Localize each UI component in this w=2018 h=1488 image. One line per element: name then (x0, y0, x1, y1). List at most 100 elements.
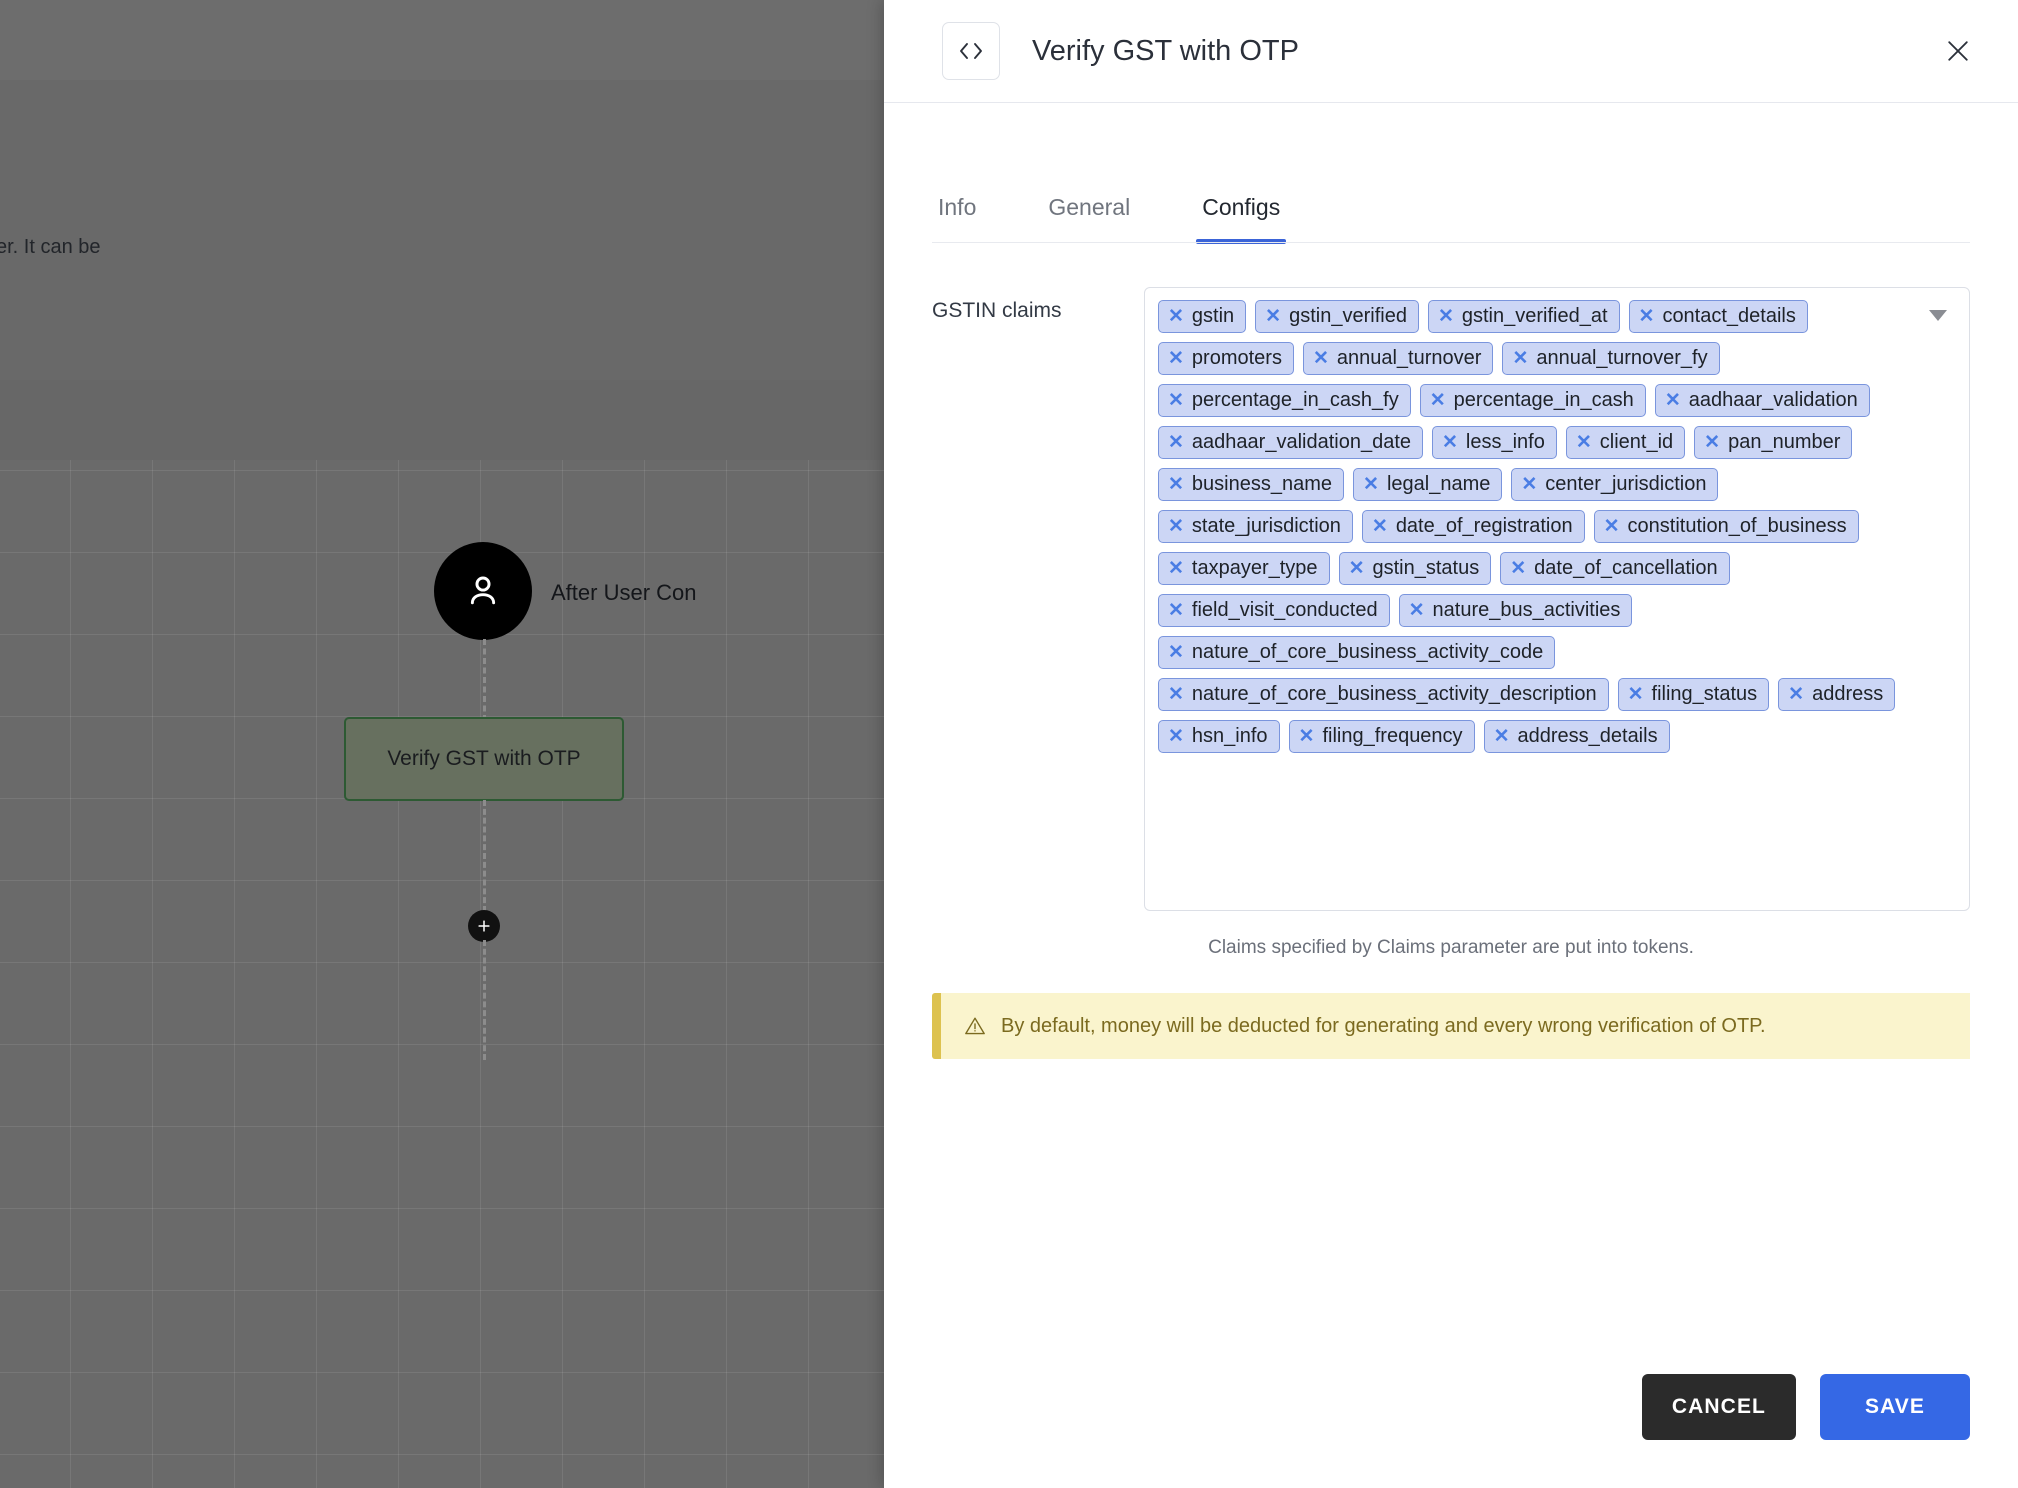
claim-chip-label: percentage_in_cash (1453, 389, 1634, 411)
remove-chip-icon[interactable]: ✕ (1168, 727, 1184, 746)
claim-chip-label: gstin_verified_at (1461, 305, 1608, 327)
claim-chip-label: nature_of_core_business_activity_code (1191, 641, 1544, 663)
remove-chip-icon[interactable]: ✕ (1168, 391, 1184, 410)
remove-chip-icon[interactable]: ✕ (1168, 349, 1184, 368)
remove-chip-icon[interactable]: ✕ (1168, 307, 1184, 326)
flow-step-node-label: Verify GST with OTP (387, 747, 581, 770)
claim-chip-label: filing_status (1651, 683, 1758, 705)
flow-edge (483, 800, 486, 912)
canvas-band-top (0, 0, 890, 80)
claim-chip[interactable]: ✕ contact_details (1628, 300, 1808, 333)
save-button[interactable]: SAVE (1820, 1374, 1970, 1440)
claim-chip[interactable]: ✕ percentage_in_cash (1419, 384, 1646, 417)
page-title: Verify GST with OTP (1032, 34, 1299, 67)
remove-chip-icon[interactable]: ✕ (1168, 559, 1184, 578)
warning-triangle-icon (963, 1014, 987, 1038)
claim-chip[interactable]: ✕ hsn_info (1158, 720, 1280, 753)
claim-chip-label: hsn_info (1191, 725, 1268, 747)
remove-chip-icon[interactable]: ✕ (1788, 685, 1804, 704)
claim-chip[interactable]: ✕ gstin_status (1338, 552, 1492, 585)
claim-chip[interactable]: ✕ aadhaar_validation_date (1158, 426, 1423, 459)
claim-chip-label: pan_number (1728, 431, 1841, 453)
remove-chip-icon[interactable]: ✕ (1521, 475, 1537, 494)
tab-general[interactable]: General (1042, 194, 1136, 243)
claim-chip[interactable]: ✕ client_id (1565, 426, 1686, 459)
claim-chip[interactable]: ✕ business_name (1158, 468, 1345, 501)
remove-chip-icon[interactable]: ✕ (1628, 685, 1644, 704)
flow-user-node[interactable] (434, 542, 532, 640)
claim-chip[interactable]: ✕ address_details (1483, 720, 1670, 753)
remove-chip-icon[interactable]: ✕ (1665, 391, 1681, 410)
claim-chip-label: annual_turnover_fy (1536, 347, 1708, 369)
remove-chip-icon[interactable]: ✕ (1576, 433, 1592, 452)
claim-chip[interactable]: ✕ state_jurisdiction (1158, 510, 1353, 543)
remove-chip-icon[interactable]: ✕ (1363, 475, 1379, 494)
remove-chip-icon[interactable]: ✕ (1409, 601, 1425, 620)
claim-chip[interactable]: ✕ constitution_of_business (1593, 510, 1859, 543)
remove-chip-icon[interactable]: ✕ (1168, 601, 1184, 620)
remove-chip-icon[interactable]: ✕ (1494, 727, 1510, 746)
claim-chip-label: constitution_of_business (1627, 515, 1847, 537)
claim-chip-label: state_jurisdiction (1191, 515, 1341, 537)
remove-chip-icon[interactable]: ✕ (1313, 349, 1329, 368)
remove-chip-icon[interactable]: ✕ (1168, 475, 1184, 494)
remove-chip-icon[interactable]: ✕ (1299, 727, 1315, 746)
remove-chip-icon[interactable]: ✕ (1442, 433, 1458, 452)
cancel-button[interactable]: CANCEL (1641, 1374, 1796, 1440)
remove-chip-icon[interactable]: ✕ (1510, 559, 1526, 578)
claim-chip[interactable]: ✕ gstin (1158, 300, 1247, 333)
claim-chip-label: gstin_verified (1289, 305, 1407, 327)
chevron-down-icon[interactable] (1929, 310, 1947, 321)
remove-chip-icon[interactable]: ✕ (1372, 517, 1388, 536)
remove-chip-icon[interactable]: ✕ (1349, 559, 1365, 578)
claim-chip[interactable]: ✕ center_jurisdiction (1511, 468, 1719, 501)
claim-chip[interactable]: ✕ pan_number (1694, 426, 1853, 459)
claim-chip[interactable]: ✕ nature_of_core_business_activity_descri… (1158, 678, 1609, 711)
claim-chip[interactable]: ✕ filing_status (1617, 678, 1770, 711)
tab-configs[interactable]: Configs (1196, 194, 1287, 244)
remove-chip-icon[interactable]: ✕ (1168, 517, 1184, 536)
claim-chip-label: gstin_status (1372, 557, 1480, 579)
tab-info[interactable]: Info (932, 194, 982, 243)
claim-chip[interactable]: ✕ promoters (1158, 342, 1294, 375)
gstin-claims-label: GSTIN claims (932, 299, 1062, 322)
claim-chip[interactable]: ✕ date_of_cancellation (1500, 552, 1730, 585)
close-button[interactable] (1938, 31, 1978, 71)
claim-chip-label: business_name (1191, 473, 1333, 495)
claim-chip[interactable]: ✕ aadhaar_validation (1654, 384, 1870, 417)
canvas-band-low (0, 380, 890, 460)
remove-chip-icon[interactable]: ✕ (1168, 643, 1184, 662)
claim-chip[interactable]: ✕ annual_turnover (1302, 342, 1494, 375)
claim-chip-label: date_of_registration (1395, 515, 1573, 537)
claim-chip[interactable]: ✕ taxpayer_type (1158, 552, 1330, 585)
remove-chip-icon[interactable]: ✕ (1438, 307, 1454, 326)
remove-chip-icon[interactable]: ✕ (1168, 433, 1184, 452)
claim-chip[interactable]: ✕ gstin_verified_at (1427, 300, 1620, 333)
claim-chip[interactable]: ✕ less_info (1432, 426, 1557, 459)
panel-header: Verify GST with OTP (884, 0, 2018, 103)
flow-canvas[interactable]: er. It can be After User Con Verify GST … (0, 0, 890, 1488)
remove-chip-icon[interactable]: ✕ (1168, 685, 1184, 704)
remove-chip-icon[interactable]: ✕ (1639, 307, 1655, 326)
remove-chip-icon[interactable]: ✕ (1704, 433, 1720, 452)
claim-chip[interactable]: ✕ legal_name (1353, 468, 1503, 501)
chip-list: ✕ gstin ✕ gstin_verified ✕ gstin_verified_at ✕… (1158, 300, 1907, 753)
claim-chip[interactable]: ✕ gstin_verified (1255, 300, 1419, 333)
claim-chip[interactable]: ✕ filing_frequency (1288, 720, 1475, 753)
remove-chip-icon[interactable]: ✕ (1512, 349, 1528, 368)
remove-chip-icon[interactable]: ✕ (1430, 391, 1446, 410)
remove-chip-icon[interactable]: ✕ (1604, 517, 1620, 536)
claim-chip[interactable]: ✕ date_of_registration (1361, 510, 1585, 543)
claim-chip[interactable]: ✕ percentage_in_cash_fy (1158, 384, 1411, 417)
flow-add-node-button[interactable] (468, 910, 500, 942)
flow-step-node[interactable]: Verify GST with OTP (344, 717, 624, 801)
gstin-claims-multiselect[interactable]: ✕ gstin ✕ gstin_verified ✕ gstin_verified_at ✕… (1144, 287, 1970, 911)
remove-chip-icon[interactable]: ✕ (1265, 307, 1281, 326)
claim-chip[interactable]: ✕ nature_bus_activities (1398, 594, 1633, 627)
claim-chip-label: filing_frequency (1322, 725, 1463, 747)
claim-chip[interactable]: ✕ nature_of_core_business_activity_code (1158, 636, 1556, 669)
claim-chip-label: contact_details (1662, 305, 1796, 327)
claim-chip[interactable]: ✕ address (1778, 678, 1896, 711)
claim-chip[interactable]: ✕ annual_turnover_fy (1502, 342, 1720, 375)
claim-chip[interactable]: ✕ field_visit_conducted (1158, 594, 1390, 627)
